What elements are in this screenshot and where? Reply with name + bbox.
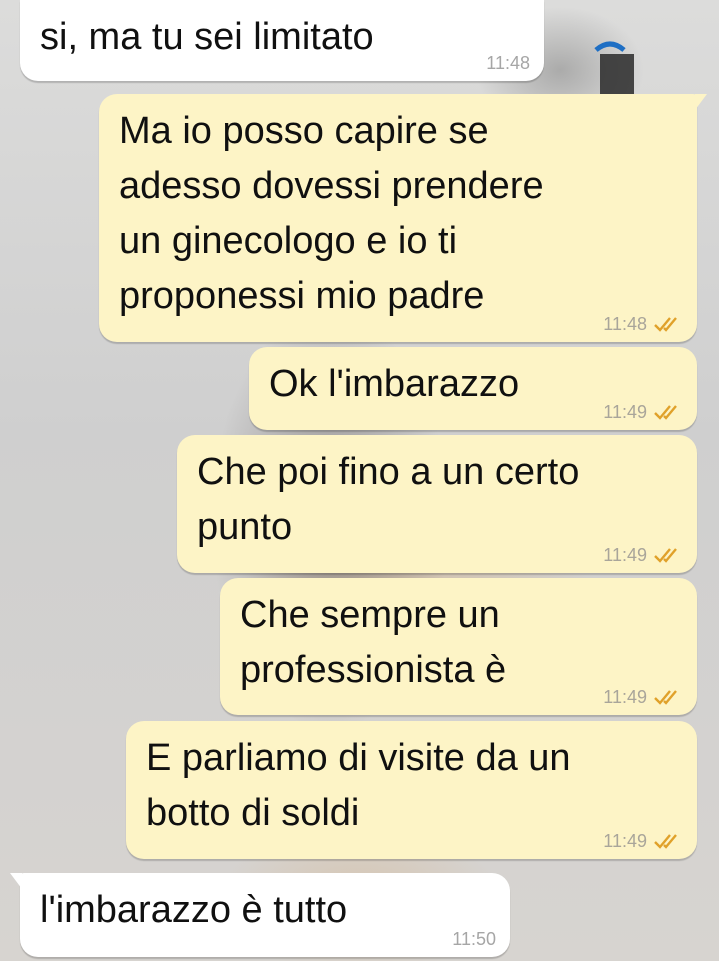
wallpaper-object <box>594 41 634 94</box>
message-time: 11:50 <box>452 929 496 949</box>
read-ticks-icon <box>654 690 677 705</box>
message-bubble-incoming[interactable]: si, ma tu sei limitato 11:48 <box>20 0 544 81</box>
message-time: 11:49 <box>603 831 647 851</box>
message-text: Che sempre un professionista è <box>240 594 507 691</box>
message-bubble-outgoing[interactable]: Ok l'imbarazzo 11:49 <box>249 347 697 430</box>
message-meta: 11:49 <box>603 831 683 851</box>
message-bubble-outgoing[interactable]: Che poi fino a un certo punto 11:49 <box>177 435 697 573</box>
read-ticks-icon <box>654 834 677 849</box>
message-bubble-outgoing[interactable]: Che sempre un professionista è 11:49 <box>220 578 697 715</box>
message-bubble-outgoing[interactable]: E parliamo di visite da un botto di sold… <box>126 721 697 859</box>
bubble-tail <box>695 94 707 110</box>
message-meta: 11:48 <box>603 314 683 334</box>
message-meta: 11:50 <box>452 929 496 949</box>
read-ticks-icon <box>654 405 677 420</box>
read-ticks-icon <box>654 548 677 563</box>
message-text: si, ma tu sei limitato <box>40 16 374 58</box>
message-meta: 11:49 <box>603 402 683 422</box>
message-bubble-incoming[interactable]: l'imbarazzo è tutto 11:50 <box>10 873 510 957</box>
message-time: 11:48 <box>603 314 647 334</box>
bubble-tail <box>10 873 22 889</box>
message-time: 11:49 <box>603 402 647 422</box>
message-bubble-outgoing[interactable]: Ma io posso capire se adesso dovessi pre… <box>99 94 707 342</box>
message-time: 11:48 <box>486 53 530 73</box>
message-text: E parliamo di visite da un botto di sold… <box>146 737 571 834</box>
message-meta: 11:48 <box>486 53 530 73</box>
message-text: Ma io posso capire se adesso dovessi pre… <box>119 110 544 317</box>
message-meta: 11:49 <box>603 545 683 565</box>
message-time: 11:49 <box>603 687 647 707</box>
message-time: 11:49 <box>603 545 647 565</box>
message-meta: 11:49 <box>603 687 683 707</box>
read-ticks-icon <box>654 317 677 332</box>
message-text: Che poi fino a un certo punto <box>197 451 580 548</box>
message-text: l'imbarazzo è tutto <box>40 889 348 931</box>
